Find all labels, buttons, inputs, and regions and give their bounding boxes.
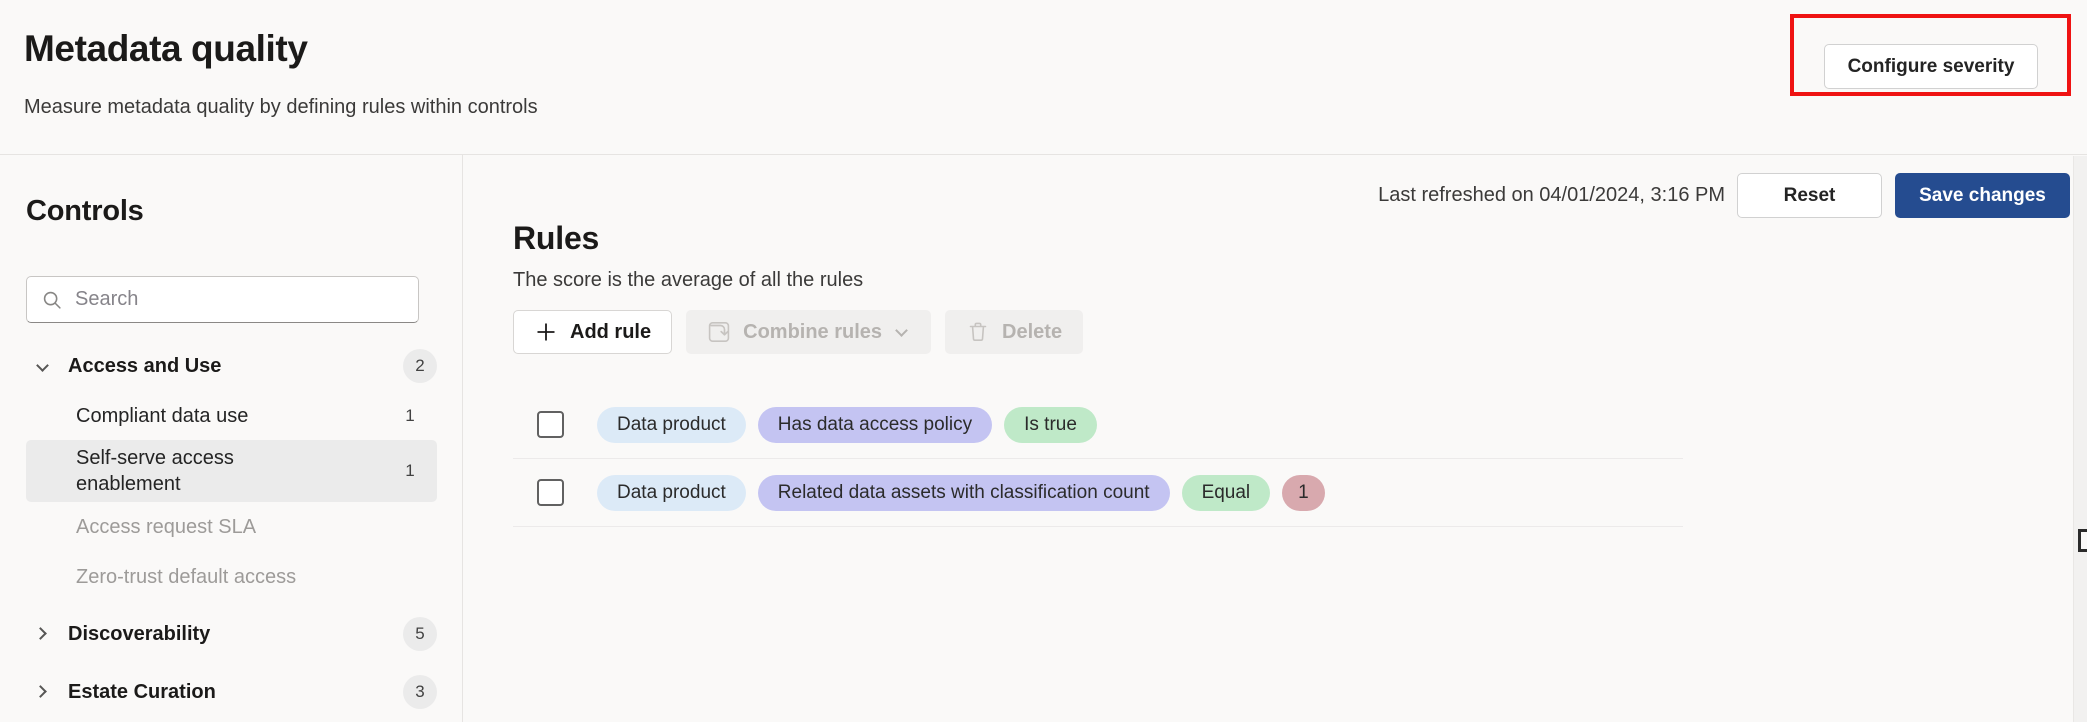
sidebar-item-compliant-data-use[interactable]: Compliant data use 1 (26, 392, 437, 440)
sidebar-group-discoverability[interactable]: Discoverability 5 (0, 608, 463, 660)
sidebar-title: Controls (26, 195, 144, 228)
chevron-down-icon (896, 325, 910, 339)
controls-tree: Access and Use 2 Compliant data use 1 Se… (0, 340, 463, 718)
combine-icon (707, 320, 731, 344)
add-rule-button[interactable]: Add rule (513, 310, 672, 354)
rules-title: Rules (513, 220, 599, 257)
controls-sidebar: Controls Access and Use 2 Compliant data… (0, 155, 463, 722)
sidebar-group-label: Estate Curation (68, 681, 216, 704)
rules-list: Data product Has data access policy Is t… (513, 391, 1683, 527)
rules-toolbar: Add rule Combine rules Delete (513, 310, 1097, 354)
chevron-down-icon (36, 358, 52, 374)
sidebar-item-access-request-sla[interactable]: Access request SLA (26, 502, 437, 552)
search-icon (41, 289, 63, 311)
save-changes-label: Save changes (1919, 185, 2046, 207)
sidebar-group-estate-curation[interactable]: Estate Curation 3 (0, 666, 463, 718)
save-changes-button[interactable]: Save changes (1895, 173, 2070, 218)
action-bar: Last refreshed on 04/01/2024, 3:16 PM Re… (1378, 173, 2070, 218)
sidebar-item-label: Zero-trust default access (76, 564, 296, 590)
search-input[interactable] (75, 285, 404, 315)
trash-icon (966, 320, 990, 344)
sidebar-item-count (393, 510, 427, 544)
combine-rules-label: Combine rules (743, 321, 882, 344)
rules-panel: Last refreshed on 04/01/2024, 3:16 PM Re… (464, 155, 2087, 722)
plus-icon (534, 320, 558, 344)
chevron-right-icon (36, 684, 52, 700)
rule-row-checkbox[interactable] (537, 411, 564, 438)
sidebar-group-label: Discoverability (68, 623, 210, 646)
reset-button[interactable]: Reset (1737, 173, 1882, 218)
sidebar-item-label: Self-serve access enablement (76, 445, 336, 497)
table-row: Data product Has data access policy Is t… (513, 391, 1683, 459)
sidebar-group-count: 2 (403, 349, 437, 383)
rule-value-chip[interactable]: 1 (1282, 475, 1325, 511)
sidebar-item-label: Compliant data use (76, 403, 248, 429)
sidebar-item-count: 1 (393, 454, 427, 488)
sidebar-group-count: 3 (403, 675, 437, 709)
rule-operator-chip[interactable]: Equal (1182, 475, 1271, 511)
reset-label: Reset (1784, 185, 1836, 207)
chevron-right-icon (36, 626, 52, 642)
add-rule-label: Add rule (570, 321, 651, 344)
page-header: Metadata quality Measure metadata qualit… (0, 0, 2087, 155)
metadata-quality-page: Metadata quality Measure metadata qualit… (0, 0, 2087, 722)
vertical-scrollbar[interactable] (2073, 156, 2087, 722)
sidebar-item-count: 1 (393, 399, 427, 433)
page-title: Metadata quality (24, 26, 308, 72)
rule-attribute-chip[interactable]: Related data assets with classification … (758, 475, 1170, 511)
sidebar-group-label: Access and Use (68, 355, 221, 378)
clipped-edge-glyph (2078, 529, 2087, 552)
sidebar-item-label: Access request SLA (76, 514, 256, 540)
sidebar-item-self-serve-access-enablement[interactable]: Self-serve access enablement 1 (26, 440, 437, 502)
delete-label: Delete (1002, 321, 1062, 344)
combine-rules-button[interactable]: Combine rules (686, 310, 931, 354)
last-refreshed-text: Last refreshed on 04/01/2024, 3:16 PM (1378, 184, 1725, 207)
rule-operator-chip[interactable]: Is true (1004, 407, 1097, 443)
table-row: Data product Related data assets with cl… (513, 459, 1683, 527)
rule-row-checkbox[interactable] (537, 479, 564, 506)
delete-button[interactable]: Delete (945, 310, 1083, 354)
page-subtitle: Measure metadata quality by defining rul… (24, 94, 538, 120)
rule-entity-chip[interactable]: Data product (597, 475, 746, 511)
configure-severity-button[interactable]: Configure severity (1824, 44, 2038, 89)
rule-entity-chip[interactable]: Data product (597, 407, 746, 443)
sidebar-group-access-and-use[interactable]: Access and Use 2 (0, 340, 463, 392)
rule-attribute-chip[interactable]: Has data access policy (758, 407, 992, 443)
search-box[interactable] (26, 276, 419, 323)
sidebar-group-count: 5 (403, 617, 437, 651)
sidebar-item-count (393, 560, 427, 594)
configure-severity-label: Configure severity (1848, 56, 2015, 78)
sidebar-item-zero-trust-default-access[interactable]: Zero-trust default access (26, 552, 437, 602)
rules-subtitle: The score is the average of all the rule… (513, 269, 863, 292)
